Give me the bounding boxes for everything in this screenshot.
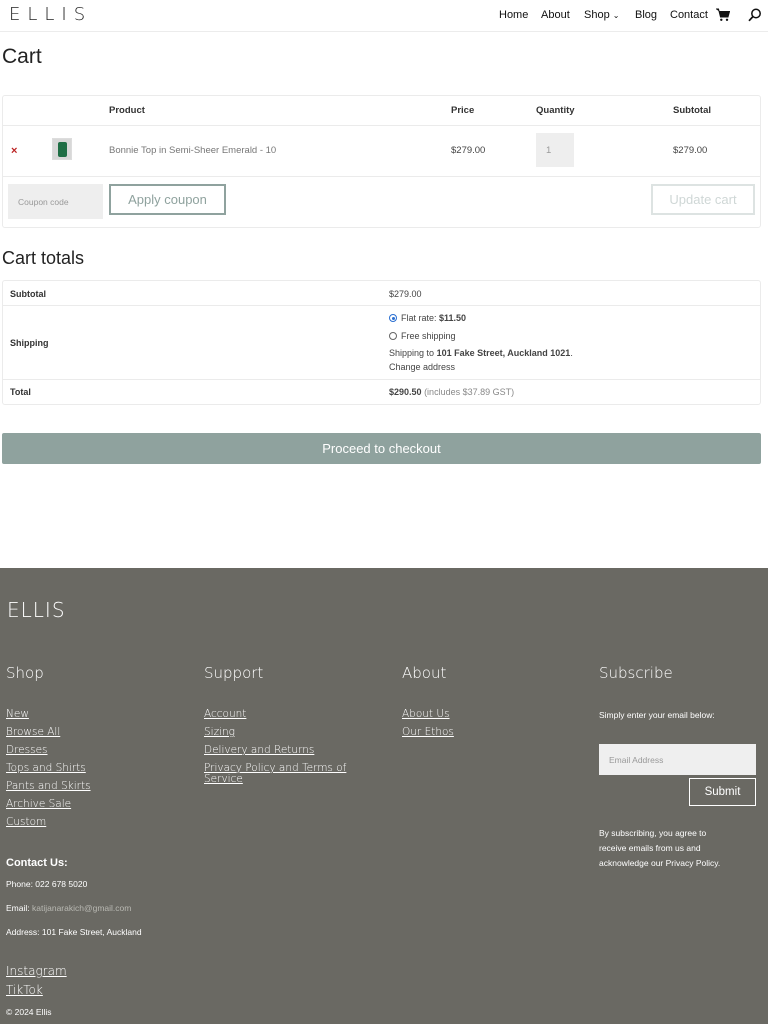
footer-logo: ELLIS	[7, 598, 66, 622]
copyright: © 2024 Ellis	[6, 1007, 52, 1017]
footer-link-browse-all[interactable]: Browse All	[6, 726, 60, 738]
subscribe-submit-button[interactable]: Submit	[689, 778, 756, 806]
site-header: ELLIS Home About Shop ⌄ Blog Contact	[0, 0, 768, 32]
footer-link-privacy-policy-cont[interactable]: Service	[204, 773, 243, 785]
total-value-row: $290.50 (includes $37.89 GST)	[389, 387, 514, 397]
nav-shop[interactable]: Shop ⌄	[584, 9, 619, 21]
shipping-address: 101 Fake Street, Auckland 1021	[436, 348, 571, 358]
subtotal-value: $279.00	[389, 289, 422, 299]
contact-phone: Phone: 022 678 5020	[6, 879, 88, 889]
footer-link-account[interactable]: Account	[204, 708, 246, 720]
remove-icon[interactable]: ×	[11, 145, 17, 157]
chevron-down-icon: ⌄	[612, 11, 620, 20]
social-tiktok-link[interactable]: TikTok	[6, 983, 43, 997]
contact-email-link[interactable]: katijanarakich@gmail.com	[32, 903, 131, 913]
divider	[3, 379, 760, 380]
product-name-link[interactable]: Bonnie Top in Semi-Sheer Emerald - 10	[109, 145, 276, 156]
cart-table: Product Price Quantity Subtotal × Bonnie…	[2, 95, 761, 228]
subscribe-disclaimer-2: receive emails from us and	[599, 843, 701, 853]
total-label: Total	[10, 387, 31, 397]
change-address-link[interactable]: Change address	[389, 362, 455, 372]
contact-email-row: Email: katijanarakich@gmail.com	[6, 901, 131, 916]
footer-subscribe-heading: Subscribe	[599, 664, 673, 682]
footer-link-delivery-returns[interactable]: Delivery and Returns	[204, 744, 314, 756]
col-quantity: Quantity	[536, 105, 575, 116]
site-logo[interactable]: ELLIS	[9, 4, 92, 25]
col-price: Price	[451, 105, 475, 116]
quantity-input[interactable]: 1	[536, 133, 574, 167]
nav-contact[interactable]: Contact	[670, 9, 708, 21]
update-cart-button[interactable]: Update cart	[651, 184, 755, 215]
footer-support-heading: Support	[204, 664, 264, 682]
site-footer: ELLIS Shop New Browse All Dresses Tops a…	[0, 568, 768, 1024]
contact-address: Address: 101 Fake Street, Auckland	[6, 927, 142, 937]
product-subtotal: $279.00	[673, 145, 708, 156]
nav-about[interactable]: About	[541, 9, 570, 21]
col-subtotal: Subtotal	[673, 105, 711, 116]
flat-rate-label: Flat rate:	[401, 313, 437, 323]
flat-rate-option[interactable]: Flat rate: $11.50	[389, 313, 466, 323]
contact-email-label: Email:	[6, 903, 30, 913]
email-address-input[interactable]: Email Address	[599, 744, 756, 775]
footer-link-sizing[interactable]: Sizing	[204, 726, 235, 738]
footer-link-archive-sale[interactable]: Archive Sale	[6, 798, 71, 810]
divider	[3, 176, 760, 177]
product-price: $279.00	[451, 145, 486, 156]
apply-coupon-button[interactable]: Apply coupon	[109, 184, 226, 215]
footer-link-pants-skirts[interactable]: Pants and Skirts	[6, 780, 91, 792]
free-shipping-label: Free shipping	[401, 331, 456, 341]
page-title: Cart	[2, 45, 42, 68]
shipping-label: Shipping	[10, 338, 49, 348]
total-value: $290.50	[389, 387, 422, 397]
subtotal-label: Subtotal	[10, 289, 46, 299]
social-instagram-link[interactable]: Instagram	[6, 964, 67, 978]
total-tax-note: (includes $37.89 GST)	[424, 387, 515, 397]
free-shipping-radio[interactable]	[389, 332, 397, 340]
footer-shop-heading: Shop	[6, 664, 44, 682]
subscribe-disclaimer-3: acknowledge our Privacy Policy.	[599, 858, 721, 868]
footer-link-dresses[interactable]: Dresses	[6, 744, 48, 756]
shipping-destination: Shipping to 101 Fake Street, Auckland 10…	[389, 348, 573, 358]
footer-link-tops-shirts[interactable]: Tops and Shirts	[6, 762, 86, 774]
footer-link-our-ethos[interactable]: Our Ethos	[402, 726, 454, 738]
product-thumbnail[interactable]	[52, 138, 72, 160]
free-shipping-option[interactable]: Free shipping	[389, 331, 456, 341]
flat-rate-value: $11.50	[439, 313, 467, 323]
subscribe-disclaimer-1: By subscribing, you agree to	[599, 828, 707, 838]
flat-rate-radio[interactable]	[389, 314, 397, 322]
search-icon[interactable]	[748, 8, 762, 22]
coupon-code-input[interactable]: Coupon code	[8, 184, 103, 219]
footer-link-about-us[interactable]: About Us	[402, 708, 450, 720]
footer-link-new[interactable]: New	[6, 708, 29, 720]
subscribe-prompt: Simply enter your email below:	[599, 710, 715, 720]
shipping-to-suffix: .	[570, 348, 573, 358]
contact-heading: Contact Us:	[6, 857, 68, 869]
nav-blog[interactable]: Blog	[635, 9, 657, 21]
footer-about-heading: About	[402, 664, 447, 682]
divider	[3, 305, 760, 306]
cart-totals-table: Subtotal $279.00 Shipping Flat rate: $11…	[2, 280, 761, 405]
col-product: Product	[109, 105, 145, 116]
footer-link-custom[interactable]: Custom	[6, 816, 46, 828]
nav-shop-label: Shop	[584, 9, 610, 21]
shipping-to-prefix: Shipping to	[389, 348, 435, 358]
nav-home[interactable]: Home	[499, 9, 528, 21]
cart-icon[interactable]	[716, 8, 730, 22]
cart-totals-title: Cart totals	[2, 248, 85, 268]
divider	[3, 125, 760, 126]
proceed-to-checkout-button[interactable]: Proceed to checkout	[2, 433, 761, 464]
